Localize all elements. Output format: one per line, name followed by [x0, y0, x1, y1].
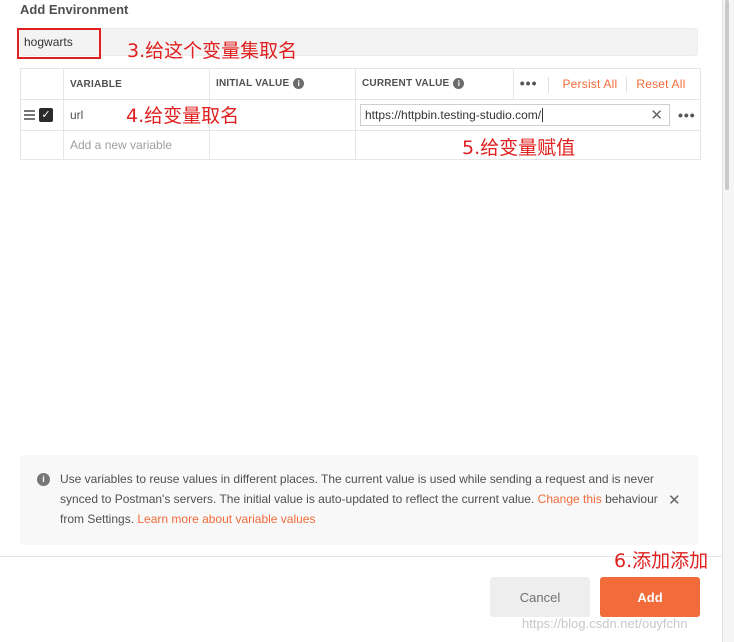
info-icon: i	[37, 473, 50, 486]
environment-name-bar	[20, 28, 698, 56]
persist-all-link[interactable]: Persist All	[562, 77, 617, 91]
new-variable-placeholder: Add a new variable	[70, 138, 173, 152]
dialog-title: Add Environment	[20, 2, 129, 17]
header-current-value-label: CURRENT VALUE	[362, 78, 450, 90]
more-options-icon[interactable]: •••	[678, 107, 696, 123]
header-variable: VARIABLE	[63, 68, 210, 100]
current-value-cell: https://httpbin.testing-studio.com/ ✕ ••…	[355, 99, 701, 131]
clear-icon[interactable]: ✕	[650, 106, 663, 124]
empty-cell	[20, 130, 64, 160]
table-header-row: VARIABLE INITIAL VALUE i CURRENT VALUE i •…	[20, 68, 701, 100]
table-row: ✓ url https://httpbin.testing-studio.com…	[20, 99, 701, 131]
info-icon[interactable]: i	[453, 78, 465, 90]
header-initial-value-label: INITIAL VALUE	[216, 78, 290, 90]
annotation-add: 6.添加添加	[614, 550, 709, 572]
header-current-value: CURRENT VALUE i	[355, 68, 514, 100]
header-actions: ••• Persist All Reset All	[512, 68, 701, 100]
cancel-button[interactable]: Cancel	[490, 577, 590, 617]
current-value-input[interactable]: https://httpbin.testing-studio.com/ ✕	[360, 104, 670, 126]
checkbox-checked-icon[interactable]: ✓	[39, 108, 53, 122]
scrollbar-thumb[interactable]	[725, 0, 729, 190]
variables-table: VARIABLE INITIAL VALUE i CURRENT VALUE i •…	[20, 68, 701, 160]
learn-more-link[interactable]: Learn more about variable values	[137, 512, 315, 526]
header-initial-value: INITIAL VALUE i	[209, 68, 356, 100]
more-options-icon[interactable]: •••	[520, 75, 538, 91]
watermark: https://blog.csdn.net/ouyfchn	[522, 616, 688, 631]
current-value-text: https://httpbin.testing-studio.com/	[365, 108, 542, 122]
add-button[interactable]: Add	[600, 577, 700, 617]
new-initial-value-cell[interactable]	[209, 130, 356, 160]
info-banner: i Use variables to reuse values in diffe…	[20, 455, 698, 545]
table-row: Add a new variable	[20, 130, 701, 160]
annotation-name: 3.给这个变量集取名	[127, 40, 298, 62]
annotation-variable: 4.给变量取名	[126, 105, 240, 127]
info-text: Use variables to reuse values in differe…	[60, 469, 660, 529]
header-select-cell	[20, 68, 64, 100]
close-icon[interactable]: ✕	[668, 491, 681, 511]
row-controls: ✓	[20, 99, 64, 131]
drag-handle-icon[interactable]	[24, 108, 35, 122]
change-settings-link[interactable]: Change this	[538, 492, 602, 506]
annotation-value: 5.给变量赋值	[462, 137, 576, 159]
reset-all-link[interactable]: Reset All	[636, 77, 685, 91]
annotation-highlight-box	[17, 28, 101, 59]
info-icon[interactable]: i	[293, 78, 305, 90]
new-variable-cell[interactable]: Add a new variable	[63, 130, 210, 160]
